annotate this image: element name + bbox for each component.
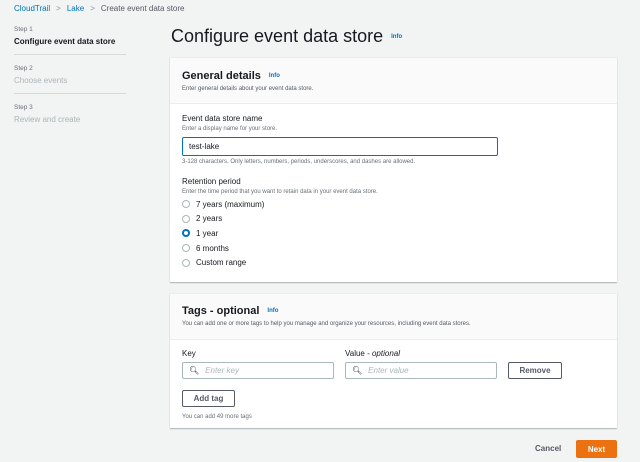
radio-label: 6 months [196, 243, 229, 253]
radio-label: 1 year [196, 228, 219, 238]
value-label: Value - optional [345, 349, 400, 358]
page-title: Configure event data store Info [171, 26, 402, 47]
radio-label: 2 years [196, 214, 223, 224]
value-placeholder: Enter value [368, 366, 409, 375]
radio-custom-range[interactable]: Custom range [182, 255, 605, 270]
step-name: Choose events [14, 76, 68, 85]
wizard-steps: Step 1 Configure event data store Step 2 C… [14, 26, 126, 142]
step-number: Step 2 [14, 65, 33, 72]
name-label: Event data store name [182, 114, 263, 123]
value-label-text: Value - [345, 349, 372, 358]
cancel-button[interactable]: Cancel [535, 444, 561, 453]
radio-2-years[interactable]: 2 years [182, 212, 605, 227]
tags-panel: Tags - optional Info You can add one or m… [170, 293, 617, 428]
next-button[interactable]: Next [576, 440, 617, 458]
section-title: General details Info [182, 70, 605, 82]
key-label: Key [182, 349, 196, 358]
breadcrumb-lake[interactable]: Lake [67, 4, 84, 13]
info-link[interactable]: Info [391, 34, 402, 40]
radio-6-months[interactable]: 6 months [182, 241, 605, 256]
info-link[interactable]: Info [267, 308, 278, 314]
radio-label: 7 years (maximum) [196, 199, 265, 209]
breadcrumb-current: Create event data store [100, 4, 185, 13]
key-placeholder: Enter key [205, 366, 239, 375]
step-name: Review and create [14, 115, 81, 124]
radio-1-year[interactable]: 1 year [182, 226, 605, 241]
step-3: Step 3 Review and create [14, 104, 126, 132]
breadcrumb-cloudtrail[interactable]: CloudTrail [14, 4, 50, 13]
chevron-right-icon: > [56, 4, 61, 13]
value-label-optional: optional [371, 349, 401, 358]
radio-icon[interactable] [182, 200, 190, 209]
radio-label: Custom range [196, 258, 247, 268]
tag-limit-text: You can add 49 more tags [182, 414, 252, 420]
tag-value-input[interactable]: 🔍︎ Enter value [345, 362, 497, 379]
search-icon: 🔍︎ [189, 366, 200, 375]
name-description: Enter a display name for your store. [182, 126, 278, 132]
add-tag-button[interactable]: Add tag [182, 390, 235, 407]
page-title-text: Configure event data store [171, 26, 384, 46]
radio-icon[interactable] [182, 258, 190, 267]
event-data-store-name-input[interactable]: test-lake [182, 137, 498, 156]
section-description: You can add one or more tags to help you… [182, 321, 471, 327]
general-title: General details [182, 70, 261, 82]
radio-icon[interactable] [182, 214, 190, 223]
step-1: Step 1 Configure event data store [14, 26, 126, 55]
breadcrumb: CloudTrail > Lake > Create event data st… [14, 4, 184, 13]
name-value: test-lake [189, 142, 220, 151]
remove-tag-button[interactable]: Remove [508, 362, 562, 379]
step-number: Step 3 [14, 104, 33, 111]
name-hint: 3-128 characters. Only letters, numbers,… [182, 159, 416, 165]
retention-description: Enter the time period that you want to r… [182, 189, 378, 195]
section-title: Tags - optional Info [182, 305, 605, 317]
radio-7-years[interactable]: 7 years (maximum) [182, 197, 605, 212]
radio-selected-icon[interactable] [182, 229, 190, 238]
info-link[interactable]: Info [269, 73, 280, 79]
step-name: Configure event data store [14, 37, 116, 46]
search-icon: 🔍︎ [352, 366, 363, 375]
tags-title: Tags - optional [182, 305, 260, 317]
tag-key-input[interactable]: 🔍︎ Enter key [182, 362, 334, 379]
radio-icon[interactable] [182, 244, 190, 253]
step-number: Step 1 [14, 26, 33, 33]
retention-label: Retention period [182, 177, 241, 186]
chevron-right-icon: > [90, 4, 95, 13]
section-description: Enter general details about your event d… [182, 86, 314, 92]
step-2: Step 2 Choose events [14, 65, 126, 94]
general-details-panel: General details Info Enter general detail… [170, 57, 617, 282]
